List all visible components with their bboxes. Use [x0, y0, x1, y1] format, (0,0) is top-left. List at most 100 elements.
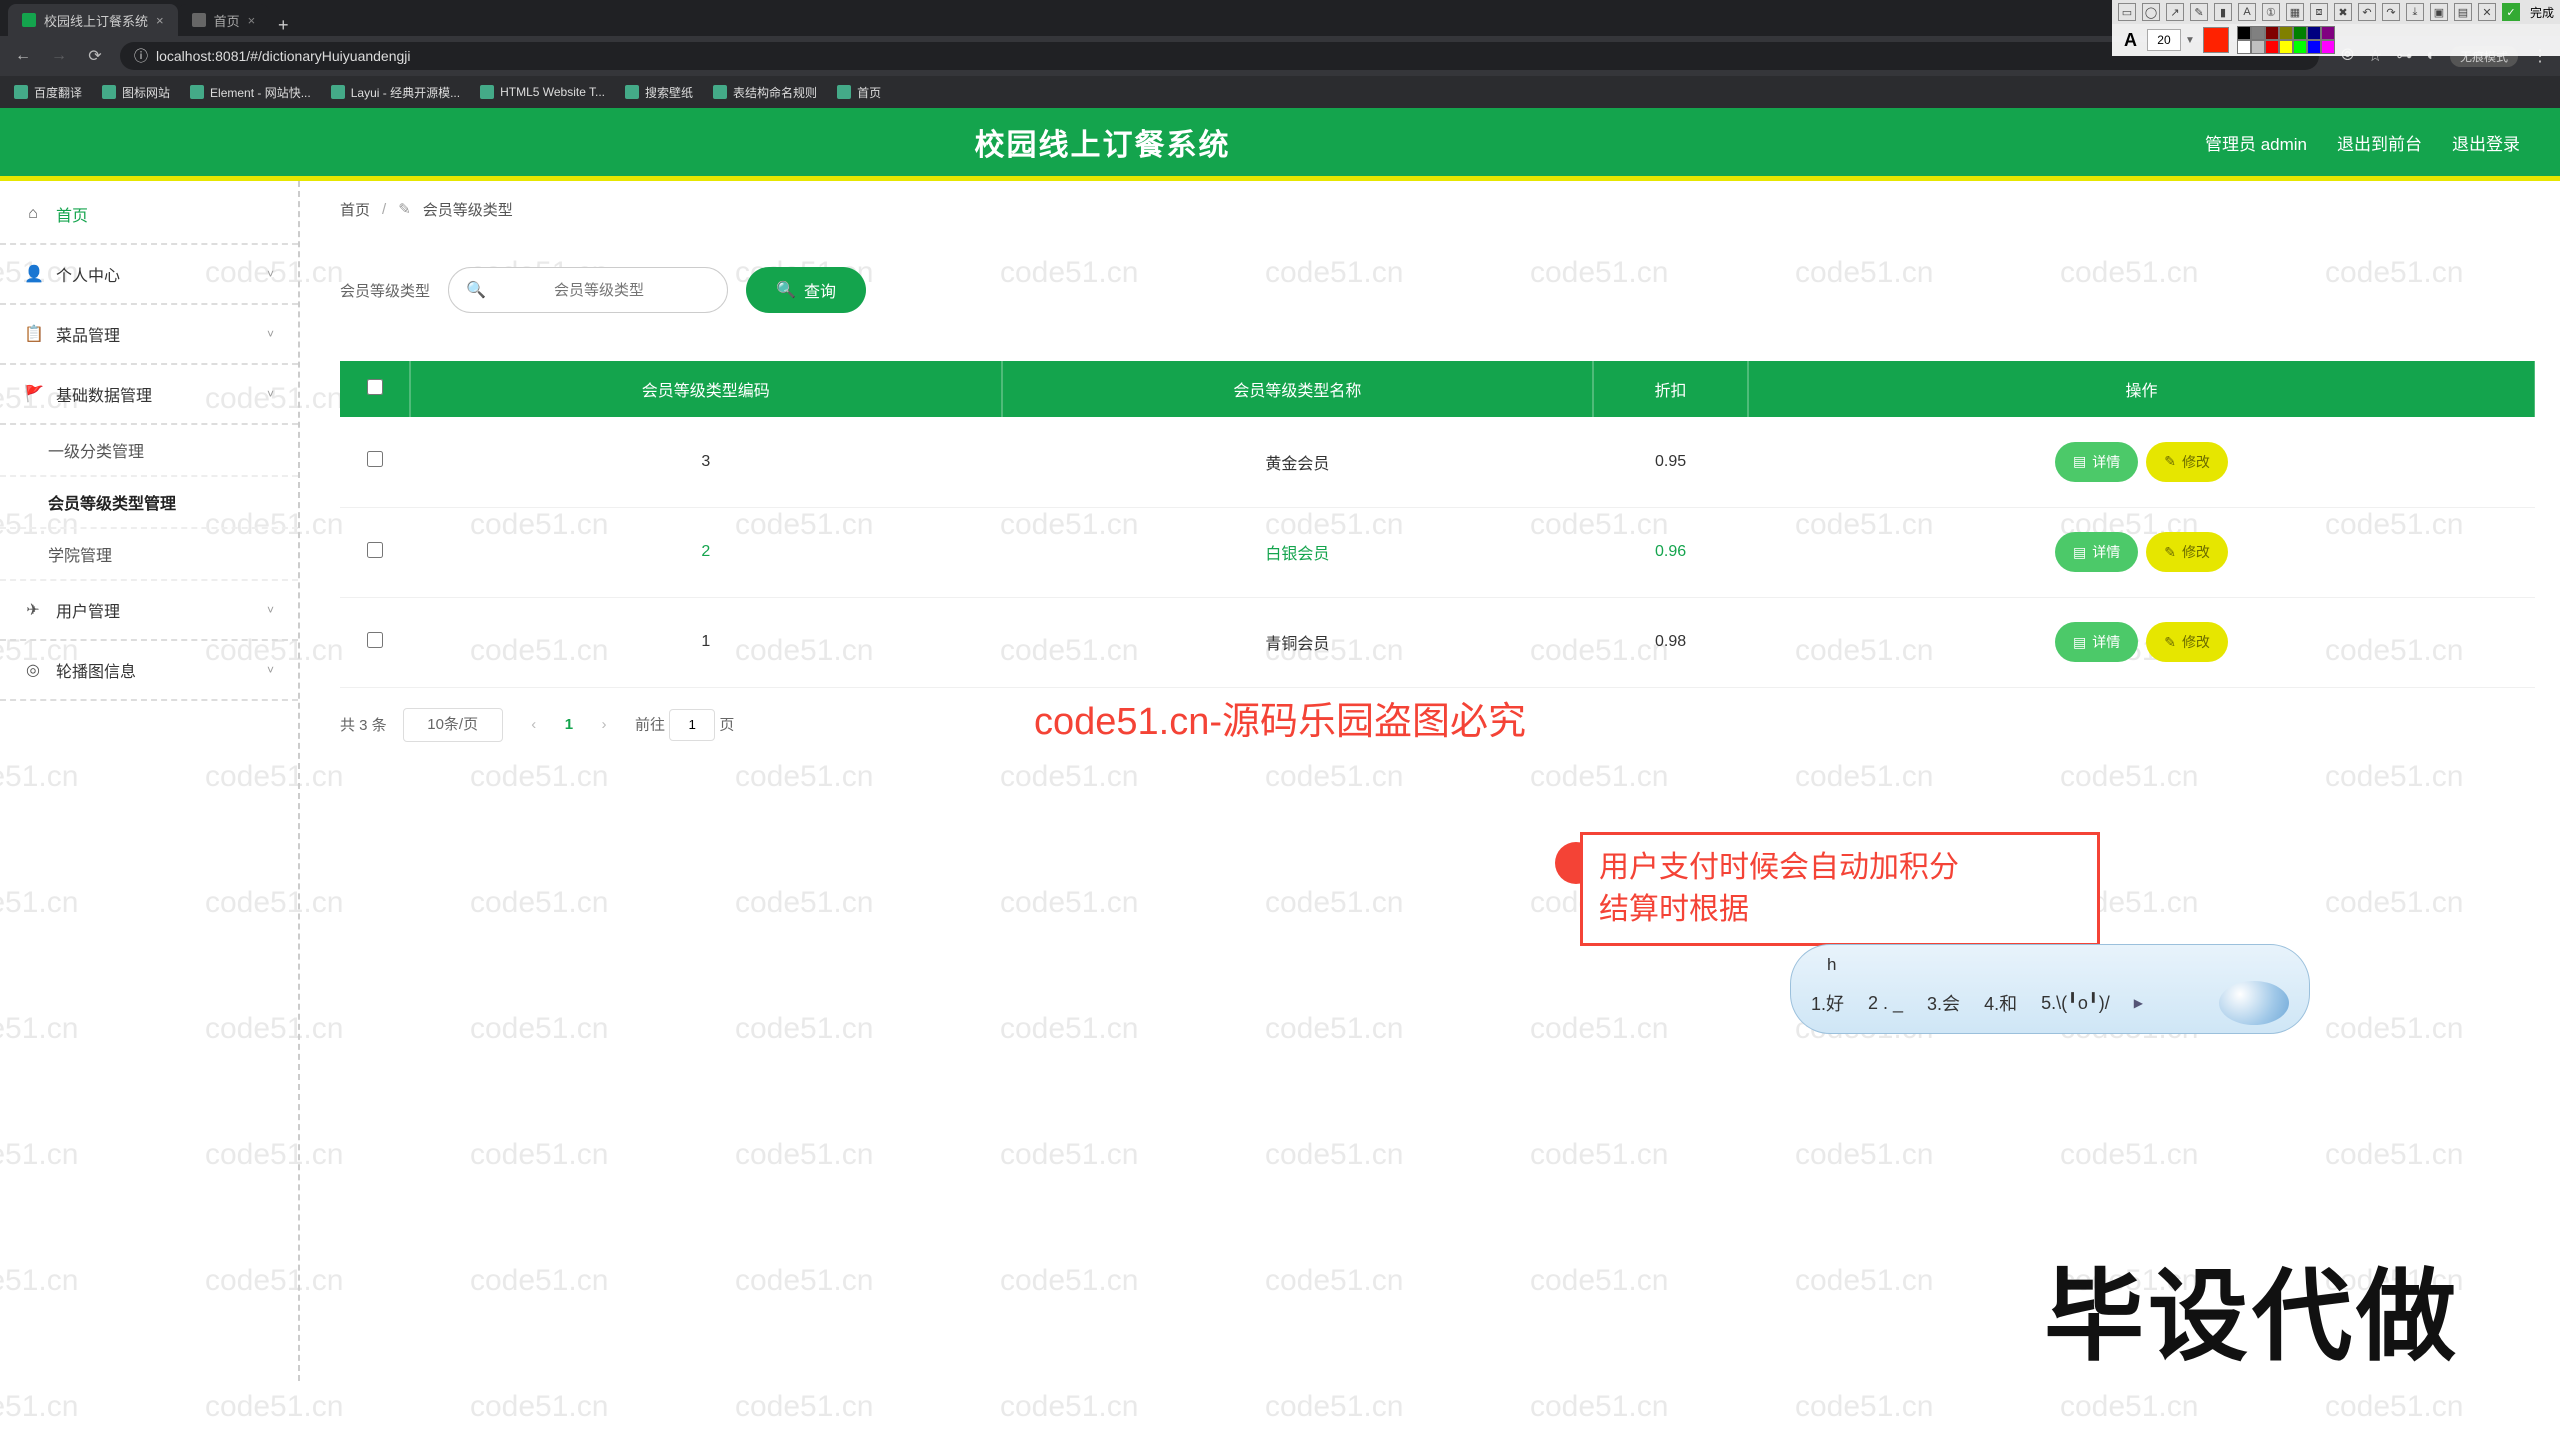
tool-ocr-icon[interactable]: ⧈: [2310, 3, 2328, 21]
close-icon[interactable]: ×: [156, 13, 164, 28]
url-field[interactable]: ⓘ localhost:8081/#/dictionaryHuiyuandeng…: [120, 42, 2319, 70]
ime-candidate[interactable]: 1.好: [1811, 990, 1844, 1016]
prev-page-icon[interactable]: ‹: [519, 716, 549, 733]
ime-candidate[interactable]: 3.会: [1927, 990, 1960, 1016]
search-label: 会员等级类型: [340, 280, 430, 301]
tool-oval-icon[interactable]: ◯: [2142, 3, 2160, 21]
logout-front-link[interactable]: 退出到前台: [2337, 130, 2422, 155]
bookmark-item[interactable]: 百度翻译: [14, 84, 82, 101]
tool-rect-icon[interactable]: ▭: [2118, 3, 2136, 21]
edit-icon: ✎: [398, 200, 411, 218]
ime-popup[interactable]: h 1.好2 . _3.会4.和5.\(╹o╹)/▶: [1790, 944, 2310, 1034]
app-header: 校园线上订餐系统 管理员 admin 退出到前台 退出登录: [0, 108, 2560, 176]
sidebar-subitem[interactable]: 一级分类管理: [0, 425, 298, 477]
reload-icon[interactable]: ⟳: [84, 45, 106, 67]
page-size-select[interactable]: 10条/页: [403, 708, 503, 742]
ime-next-icon[interactable]: ▶: [2134, 996, 2143, 1010]
table-header: 操作: [1748, 361, 2535, 417]
pencil-icon: ✎: [2164, 453, 2176, 470]
ime-candidate[interactable]: 2 . _: [1868, 993, 1903, 1014]
sidebar-item[interactable]: ◎轮播图信息˅: [0, 641, 298, 701]
back-icon[interactable]: ←: [12, 45, 34, 67]
crumb-root[interactable]: 首页: [340, 199, 370, 220]
main-color-swatch[interactable]: [2203, 27, 2229, 53]
sidebar-subitem[interactable]: 学院管理: [0, 529, 298, 581]
cell-discount: 0.95: [1593, 417, 1748, 507]
current-page[interactable]: 1: [565, 716, 573, 733]
tool-save-icon[interactable]: ⤓: [2406, 3, 2424, 21]
next-page-icon[interactable]: ›: [589, 716, 619, 733]
table-header: 会员等级类型编码: [410, 361, 1002, 417]
tool-redo-icon[interactable]: ↷: [2382, 3, 2400, 21]
select-all-checkbox[interactable]: [367, 379, 383, 395]
edit-button[interactable]: ✎修改: [2146, 442, 2228, 482]
tool-marker-icon[interactable]: ▮: [2214, 3, 2232, 21]
admin-link[interactable]: 管理员 admin: [2205, 130, 2307, 155]
bookmark-item[interactable]: 表结构命名规则: [713, 84, 817, 101]
goto-input[interactable]: [669, 709, 715, 741]
annotation-box: 用户支付时候会自动加积分 结算时根据: [1580, 832, 2100, 946]
bookmark-icon: [190, 85, 204, 99]
sidebar-item[interactable]: 👤个人中心˅: [0, 245, 298, 305]
tab-other[interactable]: 首页 ×: [178, 4, 270, 36]
cell-code: 1: [410, 597, 1002, 687]
new-tab-button[interactable]: +: [269, 15, 297, 36]
chevron-down-icon: ˅: [267, 387, 274, 401]
tool-copy-icon[interactable]: ▣: [2430, 3, 2448, 21]
sidebar-label: 首页: [56, 202, 88, 226]
ime-logo-icon: [2219, 981, 2289, 1025]
bookmark-icon: [713, 85, 727, 99]
detail-button[interactable]: ▤详情: [2055, 622, 2138, 662]
row-checkbox[interactable]: [367, 632, 383, 648]
edit-button[interactable]: ✎修改: [2146, 532, 2228, 572]
row-checkbox[interactable]: [367, 542, 383, 558]
font-size-input[interactable]: 20: [2147, 29, 2181, 51]
row-checkbox[interactable]: [367, 451, 383, 467]
cell-discount: 0.96: [1593, 507, 1748, 597]
forward-icon[interactable]: →: [48, 45, 70, 67]
sidebar-home[interactable]: ⌂ 首页: [0, 185, 298, 245]
menu-icon: 👤: [24, 264, 42, 284]
bookmark-icon: [331, 85, 345, 99]
detail-button[interactable]: ▤详情: [2055, 532, 2138, 572]
bookmark-item[interactable]: 图标网站: [102, 84, 170, 101]
tool-done-icon[interactable]: ✓: [2502, 3, 2520, 21]
tool-done-label[interactable]: 完成: [2530, 4, 2554, 21]
tool-stick-icon[interactable]: ▤: [2454, 3, 2472, 21]
tool-pin-icon[interactable]: ✖: [2334, 3, 2352, 21]
sidebar-item[interactable]: 🚩基础数据管理˅: [0, 365, 298, 425]
pencil-icon: ✎: [2164, 544, 2176, 561]
tool-text-icon[interactable]: A: [2238, 3, 2256, 21]
tool-pen-icon[interactable]: ✎: [2190, 3, 2208, 21]
chevron-down-icon: ˅: [267, 327, 274, 341]
tool-cancel-icon[interactable]: ✕: [2478, 3, 2496, 21]
sidebar-item[interactable]: 📋菜品管理˅: [0, 305, 298, 365]
tool-num-icon[interactable]: ①: [2262, 3, 2280, 21]
bookmark-item[interactable]: Layui - 经典开源模...: [331, 84, 460, 101]
query-button[interactable]: 🔍 查询: [746, 267, 866, 313]
color-palette[interactable]: [2237, 26, 2335, 54]
tool-arrow-icon[interactable]: ↗: [2166, 3, 2184, 21]
bookmark-item[interactable]: 首页: [837, 84, 881, 101]
breadcrumb: 首页 / ✎ 会员等级类型: [300, 181, 2536, 237]
bookmark-item[interactable]: 搜索壁纸: [625, 84, 693, 101]
page-suffix: 页: [719, 716, 734, 733]
sidebar-subitem[interactable]: 会员等级类型管理: [0, 477, 298, 529]
detail-button[interactable]: ▤详情: [2055, 442, 2138, 482]
ime-candidate[interactable]: 4.和: [1984, 990, 2017, 1016]
bookmark-item[interactable]: HTML5 Website T...: [480, 85, 605, 99]
edit-button[interactable]: ✎修改: [2146, 622, 2228, 662]
bookmark-item[interactable]: Element - 网站快...: [190, 84, 311, 101]
sidebar-item[interactable]: ✈用户管理˅: [0, 581, 298, 641]
logout-link[interactable]: 退出登录: [2452, 130, 2520, 155]
search-input[interactable]: [448, 267, 728, 313]
cell-discount: 0.98: [1593, 597, 1748, 687]
tab-active[interactable]: 校园线上订餐系统 ×: [8, 4, 178, 36]
bookmarks-bar: 百度翻译 图标网站 Element - 网站快... Layui - 经典开源模...…: [0, 76, 2560, 108]
menu-icon: 🚩: [24, 384, 42, 404]
tool-undo-icon[interactable]: ↶: [2358, 3, 2376, 21]
close-icon[interactable]: ×: [248, 13, 256, 28]
ime-candidate[interactable]: 5.\(╹o╹)/: [2041, 993, 2110, 1014]
home-icon: ⌂: [24, 205, 42, 223]
tool-blur-icon[interactable]: ▦: [2286, 3, 2304, 21]
